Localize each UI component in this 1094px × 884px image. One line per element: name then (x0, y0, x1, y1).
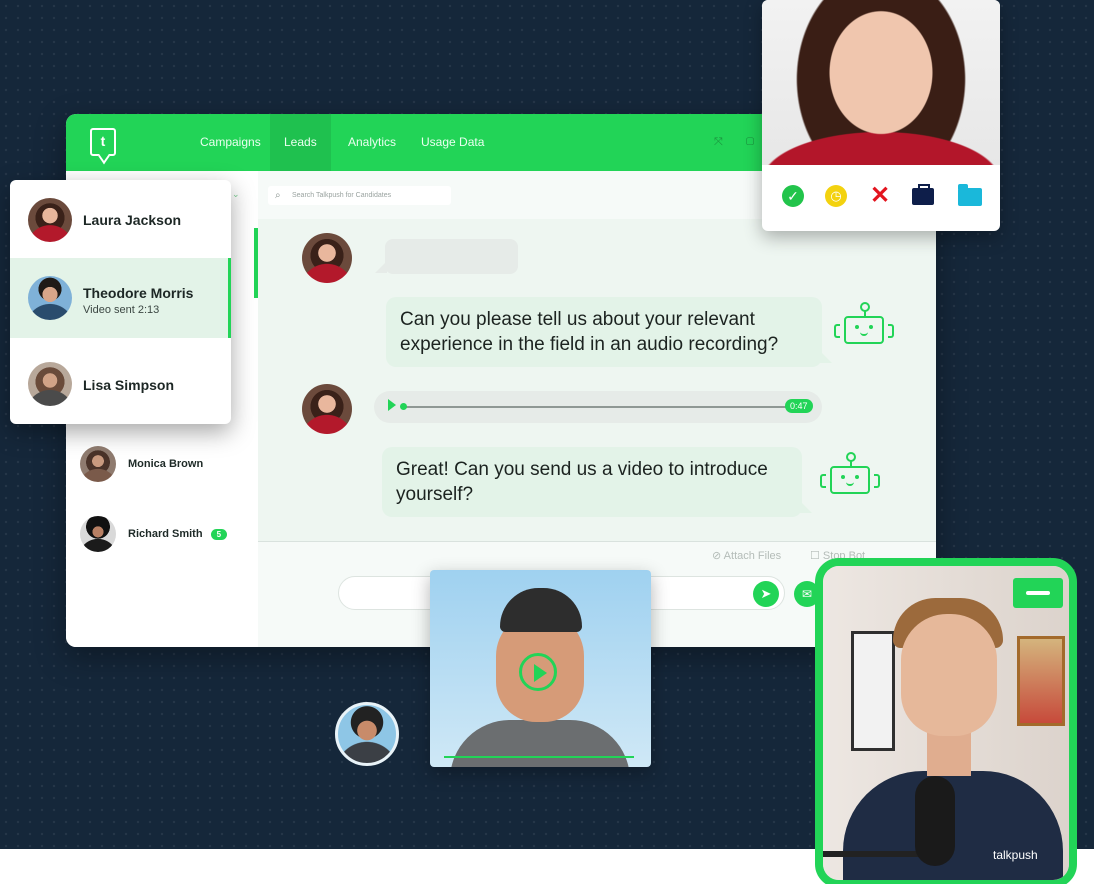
play-icon[interactable] (388, 399, 396, 411)
audio-progress-track[interactable] (402, 406, 790, 408)
robot-head (844, 316, 884, 344)
audio-progress-handle[interactable] (400, 403, 407, 410)
audio-duration: 0:47 (785, 399, 813, 413)
contacts-card: Laura Jackson Theodore Morris Video sent… (10, 180, 231, 424)
robot-ear-left (834, 324, 840, 338)
nav-leads[interactable]: Leads (270, 114, 331, 171)
close-icon[interactable]: ✕ (867, 183, 893, 209)
nav-usage-data[interactable]: Usage Data (421, 114, 484, 171)
robot-ear-right (874, 474, 880, 488)
robot-ear-right (888, 324, 894, 338)
lead-name-with-badge: Richard Smith 5 (128, 528, 228, 540)
contact-name: Lisa Simpson (83, 377, 175, 393)
recruiter-face (901, 614, 997, 736)
microphone (915, 776, 955, 866)
candidate-avatar (335, 702, 399, 766)
paperclip-icon: ⊘ (712, 550, 724, 562)
candidate-avatar (302, 233, 352, 283)
contact-laura-jackson[interactable]: Laura Jackson (10, 180, 231, 260)
briefcase-icon[interactable] (912, 184, 934, 205)
robot-eye-right (855, 475, 859, 479)
bot-question-bubble: Can you please tell us about your releva… (386, 297, 832, 367)
candidate-actions: ✓ ◷ ✕ (762, 183, 1000, 213)
unread-count-badge: 5 (210, 528, 228, 540)
candidate-photo (762, 0, 1000, 165)
check-icon[interactable]: ✓ (782, 185, 804, 207)
nav-analytics[interactable]: Analytics (348, 114, 396, 171)
wall-picture (851, 631, 895, 751)
candidate-avatar (302, 384, 352, 434)
shirt-logo: talkpush (993, 848, 1038, 862)
divider (258, 541, 936, 542)
contact-theodore-morris[interactable]: Theodore Morris Video sent 2:13 (10, 258, 231, 338)
robot-head (830, 466, 870, 494)
attach-files-button[interactable]: ⊘ Attach Files (712, 549, 781, 562)
robot-icon (818, 452, 882, 508)
video-message[interactable] (430, 570, 651, 767)
send-button[interactable]: ➤ (753, 581, 779, 607)
clock-icon[interactable]: ◷ (825, 185, 847, 207)
lead-name: Richard Smith (128, 528, 203, 540)
recruiter-video-call: talkpush (815, 558, 1077, 884)
bot-question-text: Great! Can you send us a video to introd… (396, 459, 768, 505)
candidate-card: ✓ ◷ ✕ (762, 0, 1000, 231)
candidate-message-bubble (375, 239, 518, 274)
robot-eye-left (855, 325, 859, 329)
video-progress-bar[interactable] (444, 756, 634, 758)
minimize-icon[interactable] (1013, 578, 1063, 608)
window-controls[interactable]: ⤧ ▢ (714, 136, 764, 149)
chevron-down-icon[interactable]: ⌄ (232, 189, 240, 200)
search-input[interactable]: ⌕ Search Talkpush for Candidates (268, 186, 451, 205)
avatar (80, 516, 116, 552)
robot-icon (832, 302, 896, 358)
robot-ear-left (820, 474, 826, 488)
robot-icon: ☐ (810, 550, 823, 562)
video-subject-cap (500, 588, 582, 632)
avatar (28, 276, 72, 320)
attach-files-label: Attach Files (723, 550, 782, 562)
folder-icon[interactable] (958, 184, 982, 206)
mail-icon: ✉ (801, 587, 813, 601)
contact-status: Video sent 2:13 (83, 304, 160, 316)
talkpush-logo-icon[interactable]: t (90, 128, 116, 156)
search-icon: ⌕ (275, 190, 281, 201)
bot-question-bubble: Great! Can you send us a video to introd… (382, 447, 812, 517)
wall-picture (1017, 636, 1065, 726)
avatar (80, 446, 116, 482)
avatar (28, 198, 72, 242)
nav-campaigns[interactable]: Campaigns (200, 114, 261, 171)
send-icon: ➤ (760, 586, 772, 601)
contact-name: Laura Jackson (83, 212, 182, 228)
play-icon[interactable] (519, 653, 557, 691)
video-subject-shirt (450, 720, 630, 767)
bot-question-text: Can you please tell us about your releva… (400, 309, 779, 355)
contact-lisa-simpson[interactable]: Lisa Simpson (10, 344, 231, 424)
lead-name: Monica Brown (128, 458, 204, 470)
robot-eye-left (841, 475, 845, 479)
robot-eye-right (869, 325, 873, 329)
audio-message-player[interactable]: 0:47 (374, 391, 822, 423)
search-placeholder: Search Talkpush for Candidates (292, 192, 392, 199)
contact-name: Theodore Morris (83, 285, 194, 301)
avatar (28, 362, 72, 406)
